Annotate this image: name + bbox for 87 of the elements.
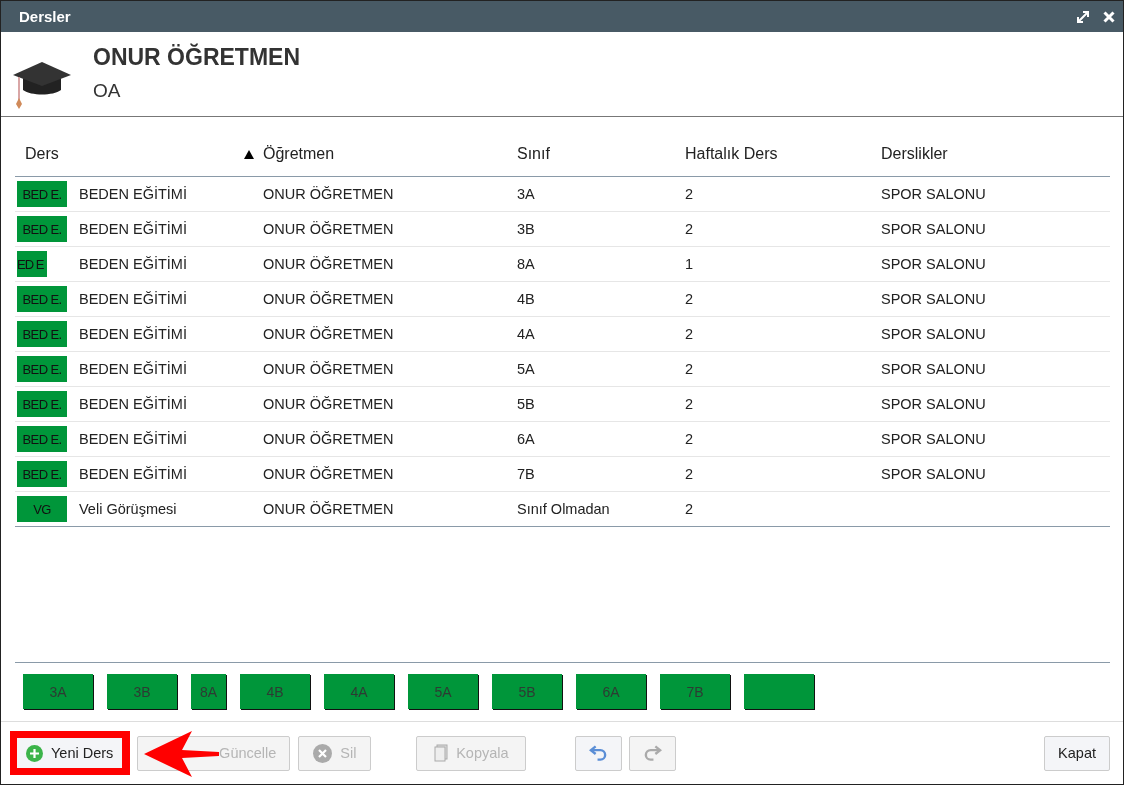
table-cell: ONUR ÖĞRETMEN xyxy=(263,466,394,482)
class-tile[interactable] xyxy=(744,674,814,709)
class-tile[interactable]: 7B xyxy=(660,674,730,709)
table-cell: BEDEN EĞİTİMİ xyxy=(79,256,187,272)
table-cell: SPOR SALONU xyxy=(881,466,986,482)
table-cell: ONUR ÖĞRETMEN xyxy=(263,291,394,307)
table-cell: 2 xyxy=(685,501,694,517)
undo-button[interactable] xyxy=(575,735,623,771)
close-button[interactable]: Kapat xyxy=(1044,735,1110,771)
undo-icon xyxy=(589,745,609,761)
table-cell: 5A xyxy=(517,361,535,377)
class-tile[interactable]: 3B xyxy=(107,674,177,709)
table-cell: SPOR SALONU xyxy=(881,431,986,447)
table-cell: BEDEN EĞİTİMİ xyxy=(79,291,187,307)
table-cell: SPOR SALONU xyxy=(881,396,986,412)
table-cell: 2 xyxy=(685,361,694,377)
table-cell: 2 xyxy=(685,326,694,342)
table-cell: 1 xyxy=(685,256,694,272)
class-tile[interactable]: 5A xyxy=(408,674,478,709)
table-cell: 2 xyxy=(685,431,694,447)
lesson-tag: BED E. xyxy=(17,426,67,452)
table-cell: 6A xyxy=(517,431,535,447)
table-cell: SPOR SALONU xyxy=(881,256,986,272)
table-cell: 2 xyxy=(685,186,694,202)
table-cell: BEDEN EĞİTİMİ xyxy=(79,431,187,447)
table-cell: ONUR ÖĞRETMEN xyxy=(263,361,394,377)
column-header[interactable]: Sınıf xyxy=(517,145,550,163)
table-cell: 3A xyxy=(517,186,535,202)
column-header[interactable]: Öğretmen xyxy=(263,145,335,163)
lesson-tag: BED E. xyxy=(17,216,67,242)
table-cell: SPOR SALONU xyxy=(881,326,986,342)
table-cell: SPOR SALONU xyxy=(881,291,986,307)
table-cell: Sınıf Olmadan xyxy=(517,501,610,517)
class-tile[interactable]: 3A xyxy=(23,674,93,709)
table-cell: SPOR SALONU xyxy=(881,221,986,237)
x-circle-icon xyxy=(313,743,333,763)
table-cell: SPOR SALONU xyxy=(881,186,986,202)
class-tile[interactable]: 5B xyxy=(492,674,562,709)
redo-icon xyxy=(643,745,663,761)
window-title: Dersler xyxy=(19,8,71,25)
table-cell: ONUR ÖĞRETMEN xyxy=(263,431,394,447)
lesson-tag: BED E. xyxy=(17,321,67,347)
lesson-tag: BED E. xyxy=(17,181,67,207)
table-cell: BEDEN EĞİTİMİ xyxy=(79,396,187,412)
lesson-tag: BED E. xyxy=(17,356,67,382)
add-button[interactable]: Yeni Ders xyxy=(17,738,123,768)
table-cell: BEDEN EĞİTİMİ xyxy=(79,186,187,202)
lesson-tag: BED E. xyxy=(17,391,67,417)
table-cell: 8A xyxy=(517,256,535,272)
table-cell: ONUR ÖĞRETMEN xyxy=(263,256,394,272)
table-cell: 3B xyxy=(517,221,535,237)
lesson-tag: ED E xyxy=(17,251,47,277)
table-cell: ONUR ÖĞRETMEN xyxy=(263,326,394,342)
table-cell: 2 xyxy=(685,466,694,482)
lesson-tag: BED E. xyxy=(17,461,67,487)
close-icon[interactable] xyxy=(1103,10,1115,23)
class-tile[interactable]: 6A xyxy=(576,674,646,709)
table-cell: 2 xyxy=(685,291,694,307)
column-header[interactable]: Haftalık Ders xyxy=(685,145,778,163)
table-cell: BEDEN EĞİTİMİ xyxy=(79,221,187,237)
table-cell: BEDEN EĞİTİMİ xyxy=(79,326,187,342)
column-header[interactable]: Derslikler xyxy=(881,145,948,163)
lesson-tag: BED E. xyxy=(17,286,67,312)
lesson-tag: VG xyxy=(17,496,67,522)
table-cell: 7B xyxy=(517,466,535,482)
table-cell: 4B xyxy=(517,291,535,307)
table-cell: BEDEN EĞİTİMİ xyxy=(79,466,187,482)
teacher-name: ONUR ÖĞRETMEN xyxy=(93,44,300,71)
table-cell: ONUR ÖĞRETMEN xyxy=(263,396,394,412)
table-cell: 2 xyxy=(685,221,694,237)
class-tile[interactable]: 8A xyxy=(191,674,226,709)
table-cell: SPOR SALONU xyxy=(881,361,986,377)
table-cell: 4A xyxy=(517,326,535,342)
column-header[interactable]: Ders xyxy=(25,145,59,163)
maximize-icon[interactable] xyxy=(1077,10,1089,23)
class-tile[interactable]: 4A xyxy=(324,674,394,709)
table-cell: 5B xyxy=(517,396,535,412)
teacher-code: OA xyxy=(93,80,122,102)
class-tile[interactable]: 4B xyxy=(240,674,310,709)
table-cell: ONUR ÖĞRETMEN xyxy=(263,501,394,517)
table-cell: ONUR ÖĞRETMEN xyxy=(263,221,394,237)
plus-circle-icon xyxy=(26,744,43,762)
table-cell: Veli Görüşmesi xyxy=(79,501,177,517)
table-cell: 2 xyxy=(685,396,694,412)
table-cell: ONUR ÖĞRETMEN xyxy=(263,186,394,202)
document-icon xyxy=(434,744,449,762)
table-cell: BEDEN EĞİTİMİ xyxy=(79,361,187,377)
